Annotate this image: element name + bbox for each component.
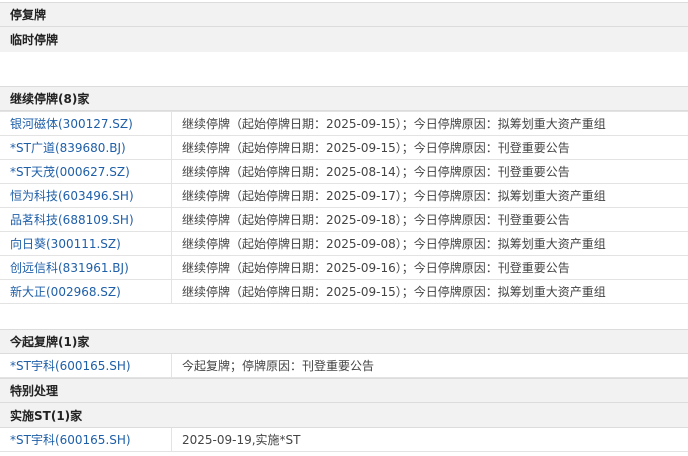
halt-description: 继续停牌（起始停牌日期：2025-08-14）；今日停牌原因：刊登重要公告	[182, 165, 570, 179]
stock-link[interactable]: 品茗科技(688109.SH)	[0, 208, 172, 231]
stock-link[interactable]: 新大正(002968.SZ)	[0, 280, 172, 303]
stock-link[interactable]: *ST广道(839680.BJ)	[0, 136, 172, 159]
stock-link[interactable]: 恒为科技(603496.SH)	[0, 184, 172, 207]
section-header-halt-resume: 停复牌	[0, 2, 688, 27]
table-row: 品茗科技(688109.SH) 继续停牌（起始停牌日期：2025-09-18）；…	[0, 208, 688, 232]
table-row: *ST广道(839680.BJ) 继续停牌（起始停牌日期：2025-09-15）…	[0, 136, 688, 160]
stock-link[interactable]: 向日葵(300111.SZ)	[0, 232, 172, 255]
halt-description: 继续停牌（起始停牌日期：2025-09-16）；今日停牌原因：刊登重要公告	[182, 261, 570, 275]
table-row: 银河磁体(300127.SZ) 继续停牌（起始停牌日期：2025-09-15）；…	[0, 112, 688, 136]
stock-link[interactable]: 银河磁体(300127.SZ)	[0, 112, 172, 135]
section-header-special-treatment: 特别处理	[0, 378, 688, 403]
temporary-halt-empty-area	[0, 52, 688, 86]
table-row: *ST宇科(600165.SH) 今起复牌；停牌原因：刊登重要公告	[0, 354, 688, 378]
halt-description: 继续停牌（起始停牌日期：2025-09-17）；今日停牌原因：拟筹划重大资产重组	[182, 189, 606, 203]
table-row: 向日葵(300111.SZ) 继续停牌（起始停牌日期：2025-09-08）；今…	[0, 232, 688, 256]
table-row: 新大正(002968.SZ) 继续停牌（起始停牌日期：2025-09-15）；今…	[0, 280, 688, 304]
subsection-st-implemented: 实施ST(1)家	[0, 403, 688, 428]
st-table: *ST宇科(600165.SH) 2025-09-19,实施*ST	[0, 428, 688, 452]
halt-description: 继续停牌（起始停牌日期：2025-09-18）；今日停牌原因：刊登重要公告	[182, 213, 570, 227]
st-description: 2025-09-19,实施*ST	[182, 433, 301, 447]
stock-link[interactable]: *ST宇科(600165.SH)	[0, 428, 172, 451]
subsection-continued-halt: 继续停牌(8)家	[0, 86, 688, 111]
table-row: *ST天茂(000627.SZ) 继续停牌（起始停牌日期：2025-08-14）…	[0, 160, 688, 184]
subsection-temporary-halt: 临时停牌	[0, 27, 688, 52]
continued-halt-table: 银河磁体(300127.SZ) 继续停牌（起始停牌日期：2025-09-15）；…	[0, 111, 688, 304]
stock-link[interactable]: *ST宇科(600165.SH)	[0, 354, 172, 377]
halt-description: 继续停牌（起始停牌日期：2025-09-15）；今日停牌原因：拟筹划重大资产重组	[182, 117, 606, 131]
table-row: *ST宇科(600165.SH) 2025-09-19,实施*ST	[0, 428, 688, 452]
subsection-resume-today: 今起复牌(1)家	[0, 329, 688, 354]
stock-link[interactable]: 创远信科(831961.BJ)	[0, 256, 172, 279]
resume-table: *ST宇科(600165.SH) 今起复牌；停牌原因：刊登重要公告	[0, 354, 688, 378]
halt-description: 继续停牌（起始停牌日期：2025-09-15）；今日停牌原因：拟筹划重大资产重组	[182, 285, 606, 299]
halt-description: 继续停牌（起始停牌日期：2025-09-15）；今日停牌原因：刊登重要公告	[182, 141, 570, 155]
halt-description: 继续停牌（起始停牌日期：2025-09-08）；今日停牌原因：拟筹划重大资产重组	[182, 237, 606, 251]
table-row: 创远信科(831961.BJ) 继续停牌（起始停牌日期：2025-09-16）；…	[0, 256, 688, 280]
table-row: 恒为科技(603496.SH) 继续停牌（起始停牌日期：2025-09-17）；…	[0, 184, 688, 208]
resume-description: 今起复牌；停牌原因：刊登重要公告	[182, 359, 375, 373]
stock-link[interactable]: *ST天茂(000627.SZ)	[0, 160, 172, 183]
